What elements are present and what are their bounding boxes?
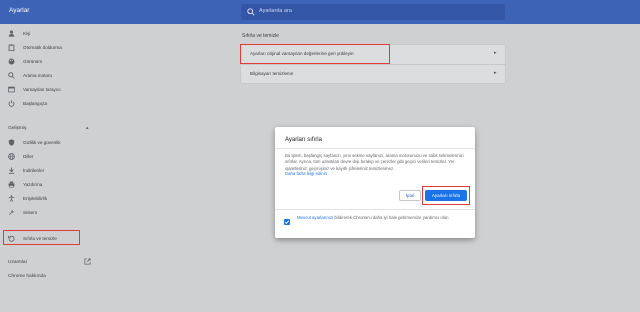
report-settings-checkbox[interactable] [284,219,290,225]
page-title: Ayarlar [9,7,30,14]
sidebar-item-appearance[interactable]: Görünüm [4,56,78,67]
arrow-right-icon: ▸ [494,70,497,76]
highlight-reset-nav [3,230,80,245]
sidebar-item-label: Erişilebilirlik [23,196,47,201]
sidebar-item-label: Yazdırma [23,182,43,187]
sidebar-item-downloads[interactable]: İndirilenler [4,165,78,176]
palette-icon [8,58,15,65]
person-icon [8,30,15,37]
sidebar-item-label: Başlangıçta [23,101,48,106]
sidebar-item-printing[interactable]: Yazdırma [4,179,78,190]
printer-icon [8,181,15,188]
clipboard-icon [8,44,15,51]
sidebar: Kişi Otomatik doldurma Görünüm Arama mot… [0,24,98,312]
sidebar-item-languages[interactable]: Diller [4,151,78,162]
current-settings-link[interactable]: Mevcut ayarlarınızı [297,215,333,220]
sidebar-item-default-browser[interactable]: Varsayılan tarayıcı [4,84,78,95]
sidebar-item-label: İndirilenler [23,168,45,173]
sidebar-item-label: Sistem [23,210,38,215]
sidebar-item-label: Arama motoru [23,73,53,78]
row-label: Bilgisayarı temizleme [250,71,294,76]
power-icon [8,100,15,107]
sidebar-item-search-engine[interactable]: Arama motoru [4,70,78,81]
sidebar-item-accessibility[interactable]: Erişilebilirlik [4,193,78,204]
cancel-button[interactable]: İptal [399,190,421,201]
search-icon [247,8,255,16]
sidebar-item-on-startup[interactable]: Başlangıçta [4,98,78,109]
report-settings-label: bildirerek Chrome'u daha iyi hale getirm… [334,215,449,220]
sidebar-advanced-heading[interactable]: Gelişmiş [8,126,26,131]
browser-icon [8,86,15,93]
sidebar-item-extensions[interactable]: Uzantılar [8,260,27,265]
highlight-restore-row [240,44,390,64]
check-icon [284,220,290,225]
external-link-icon[interactable] [84,258,91,265]
report-settings-text: Mevcut ayarlarınızı bildirerek Chrome'u … [297,215,467,221]
chevron-up-icon[interactable]: ▴ [86,125,89,131]
divider [275,148,475,149]
download-icon [8,167,15,174]
section-title: Sıfırla ve temizle [242,33,279,39]
sidebar-item-label: Kişi [23,31,31,36]
search-input[interactable]: Ayarlarda ara [241,4,505,20]
sidebar-item-person[interactable]: Kişi [4,28,78,39]
arrow-right-icon: ▸ [494,50,497,56]
learn-more-link[interactable]: Daha fazla bilgi edinin [285,171,327,176]
accessibility-icon [8,195,15,202]
sidebar-item-label: Görünüm [23,59,43,64]
globe-icon [8,153,15,160]
top-bar: Ayarlar Ayarlarda ara [0,0,640,24]
search-placeholder: Ayarlarda ara [259,8,292,14]
sidebar-item-label: Otomatik doldurma [23,45,62,50]
shield-icon [8,139,15,146]
sidebar-item-label: Diller [23,154,34,159]
search-icon [8,72,15,79]
dialog-body: Bu işlem, başlangıç sayfanızı, yeni sekm… [285,153,464,171]
sidebar-item-about-chrome[interactable]: Chrome hakkında [8,274,46,279]
clean-up-computer-row[interactable]: Bilgisayarı temizleme ▸ [241,65,505,83]
highlight-reset-button [422,186,470,205]
reset-settings-dialog: Ayarları sıfırla Bu işlem, başlangıç say… [275,127,475,238]
dialog-title: Ayarları sıfırla [285,137,322,143]
sidebar-item-label: Gizlilik ve güvenlik [23,140,61,145]
sidebar-item-system[interactable]: Sistem [4,207,78,218]
wrench-icon [8,209,15,216]
sidebar-item-privacy[interactable]: Gizlilik ve güvenlik [4,137,78,148]
divider [275,209,475,210]
sidebar-item-label: Varsayılan tarayıcı [23,87,61,92]
sidebar-item-autofill[interactable]: Otomatik doldurma [4,42,78,53]
